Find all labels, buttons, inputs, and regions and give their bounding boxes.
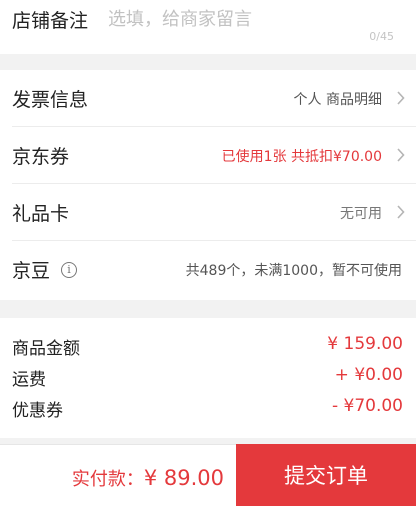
chevron-right-icon	[397, 205, 405, 219]
shipping-value: + ¥0.00	[334, 365, 403, 385]
discount-row: 优惠券 - ¥70.00	[0, 392, 416, 422]
jd-beans-label: 京豆	[12, 260, 51, 282]
gift-card-value: 无可用	[340, 206, 382, 222]
discount-label: 优惠券	[12, 401, 63, 421]
order-options-list: 发票信息 个人 商品明细 京东券 已使用1张 共抵扣¥70.00 礼品卡 无可用…	[0, 70, 416, 300]
price-summary: 商品金额 ¥ 159.00 运费 + ¥0.00 优惠券 - ¥70.00	[0, 318, 416, 438]
pay-amount: ¥ 89.00	[143, 466, 224, 490]
pay-label: 实付款：	[71, 469, 144, 490]
invoice-row[interactable]: 发票信息 个人 商品明细	[0, 70, 416, 127]
checkout-bar: 实付款：¥ 89.00 提交订单	[0, 444, 416, 506]
invoice-label: 发票信息	[12, 89, 89, 111]
info-icon[interactable]: i	[61, 262, 77, 278]
invoice-value: 个人 商品明细	[293, 92, 382, 108]
shipping-row: 运费 + ¥0.00	[0, 361, 416, 391]
store-note-label: 店铺备注	[12, 10, 89, 32]
jd-beans-value: 共489个，未满1000，暂不可使用	[185, 263, 402, 279]
total-payable: 实付款：¥ 89.00	[72, 465, 224, 491]
jd-beans-row: 京豆 i 共489个，未满1000，暂不可使用	[0, 241, 416, 298]
discount-value: - ¥70.00	[331, 396, 403, 416]
chevron-right-icon	[397, 91, 405, 105]
coupon-value: 已使用1张 共抵扣¥70.00	[221, 149, 382, 165]
gift-card-row[interactable]: 礼品卡 无可用	[0, 184, 416, 241]
store-note-counter: 0/45	[369, 30, 394, 43]
goods-amount-row: 商品金额 ¥ 159.00	[0, 330, 416, 360]
goods-amount-value: ¥ 159.00	[327, 334, 403, 354]
shipping-label: 运费	[12, 370, 46, 390]
coupon-row[interactable]: 京东券 已使用1张 共抵扣¥70.00	[0, 127, 416, 184]
store-note-input[interactable]	[108, 4, 388, 34]
store-note-section: 店铺备注 0/45	[0, 0, 416, 54]
gift-card-label: 礼品卡	[12, 203, 70, 225]
submit-order-button[interactable]: 提交订单	[236, 444, 416, 506]
chevron-right-icon	[397, 148, 405, 162]
goods-amount-label: 商品金额	[12, 339, 80, 359]
coupon-label: 京东券	[12, 146, 70, 168]
